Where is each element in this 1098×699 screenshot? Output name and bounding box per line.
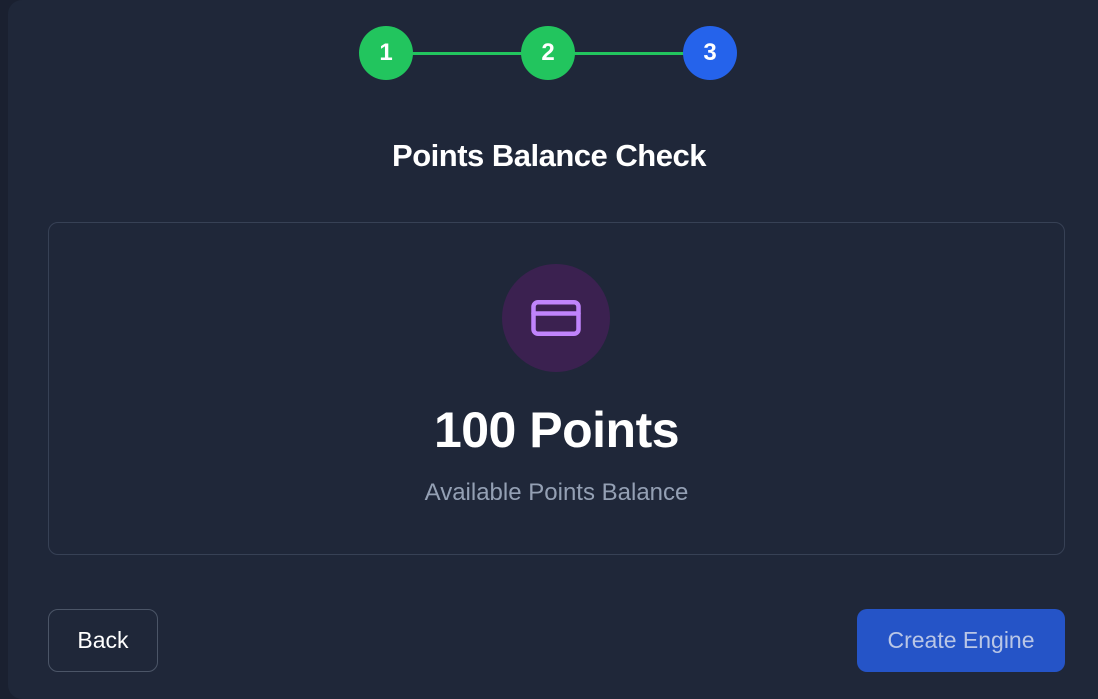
- stepper: 1 2 3: [359, 26, 737, 82]
- balance-card: 100 Points Available Points Balance: [48, 222, 1065, 555]
- step-2-indicator: 2: [521, 26, 575, 80]
- points-amount: 100 Points: [433, 402, 680, 458]
- step-connector-2-3: [573, 52, 685, 55]
- credit-card-icon: [531, 300, 581, 336]
- points-balance-label: Available Points Balance: [424, 479, 689, 506]
- page-title: Points Balance Check: [392, 138, 706, 173]
- step-1-indicator: 1: [359, 26, 413, 80]
- credit-card-icon-badge: [502, 264, 610, 372]
- step-connector-1-2: [411, 52, 523, 55]
- back-button[interactable]: Back: [48, 609, 158, 672]
- step-3-indicator: 3: [683, 26, 737, 80]
- create-engine-button[interactable]: Create Engine: [857, 609, 1065, 672]
